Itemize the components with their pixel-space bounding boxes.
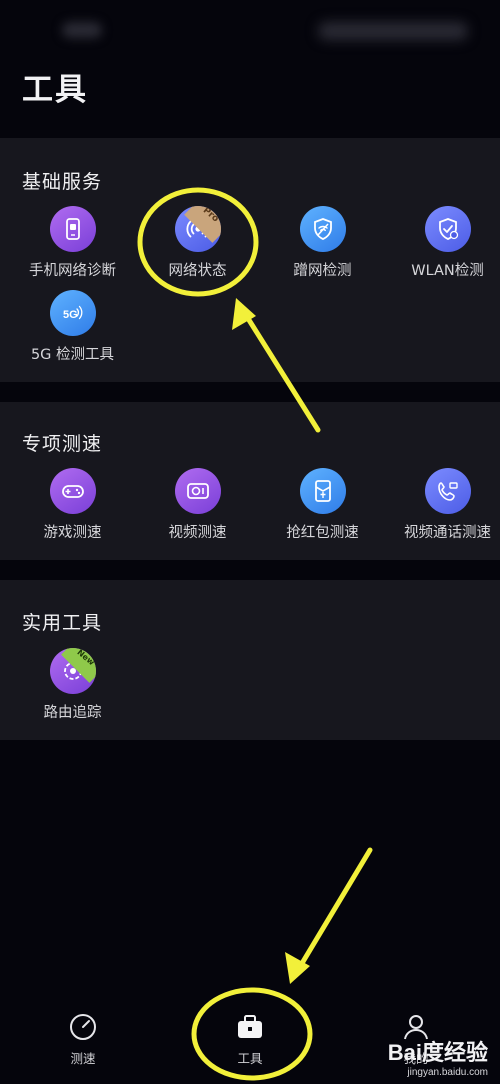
section-title: 专项测速	[22, 433, 103, 455]
gamepad-icon	[49, 468, 96, 514]
section-title: 基础服务	[22, 171, 103, 193]
watermark-url: jingyan.baidu.com	[407, 1067, 488, 1078]
section-basic-services: 基础服务 手机网络诊断 Pro 网络状态 蹭网检测 WLAN检测 5G 5G 检…	[0, 138, 500, 382]
tool-label: 视频测速	[168, 525, 227, 541]
5g-icon: 5G	[49, 290, 96, 336]
wifi-theft-shield-icon	[299, 206, 346, 252]
tool-label: 抢红包测速	[286, 525, 359, 541]
tool-network-status[interactable]: Pro 网络状态	[135, 206, 260, 280]
tool-label: 网络状态	[168, 263, 227, 279]
status-time-blurred	[62, 22, 102, 38]
tool-label: 蹭网检测	[293, 263, 352, 279]
nav-tools[interactable]: 工具	[190, 1012, 310, 1067]
page-title: 工具	[22, 72, 88, 108]
status-icons-blurred	[318, 22, 468, 40]
tool-label: 游戏测速	[43, 525, 102, 541]
tool-game-speed-test[interactable]: 游戏测速	[10, 468, 135, 542]
tool-label: 5G 检测工具	[30, 347, 115, 363]
route-trace-icon: New	[49, 648, 96, 694]
status-bar	[0, 0, 500, 60]
video-icon	[174, 468, 221, 514]
annotation-arrowhead	[285, 952, 310, 984]
tool-red-envelope-speed-test[interactable]: 抢红包测速	[260, 468, 385, 542]
section-title: 实用工具	[22, 612, 103, 634]
tool-label: 手机网络诊断	[29, 263, 116, 279]
tool-label: 视频通话测速	[404, 525, 491, 541]
tool-label: WLAN检测	[411, 263, 484, 279]
tool-video-speed-test[interactable]: 视频测速	[135, 468, 260, 542]
red-envelope-icon	[299, 468, 346, 514]
section-utility-tools: 实用工具 New 路由追踪	[0, 580, 500, 740]
tool-5g-check[interactable]: 5G 5G 检测工具	[10, 290, 135, 364]
speedometer-icon	[70, 1014, 96, 1040]
section-special-speed-test: 专项测速 游戏测速 视频测速 抢红包测速 视频通话测速	[0, 402, 500, 560]
tool-wlan-check[interactable]: WLAN检测	[385, 206, 500, 280]
watermark-brand: Bai度经验	[387, 1040, 488, 1065]
tool-video-call-speed-test[interactable]: 视频通话测速	[385, 468, 500, 542]
nav-label: 测速	[70, 1051, 96, 1066]
network-status-icon: Pro	[174, 206, 221, 252]
tool-wifi-theft-check[interactable]: 蹭网检测	[260, 206, 385, 280]
tool-route-trace[interactable]: New 路由追踪	[10, 648, 135, 722]
tool-label: 路由追踪	[43, 705, 102, 721]
nav-speed-test[interactable]: 测速	[23, 1012, 143, 1067]
toolbox-icon	[238, 1015, 262, 1038]
annotation-arrow	[295, 847, 373, 973]
wlan-check-shield-icon	[424, 206, 471, 252]
video-call-icon	[424, 468, 471, 514]
nav-label: 工具	[237, 1051, 263, 1066]
baidu-jingyan-watermark: Bai度经验 jingyan.baidu.com	[388, 1035, 488, 1078]
svg-text:5G: 5G	[63, 309, 78, 321]
tool-phone-network-diagnose[interactable]: 手机网络诊断	[10, 206, 135, 280]
phone-diagnose-icon	[49, 206, 96, 252]
bottom-nav: 测速 工具 我的 Bai度经验 jingyan.baidu.com	[0, 990, 500, 1084]
